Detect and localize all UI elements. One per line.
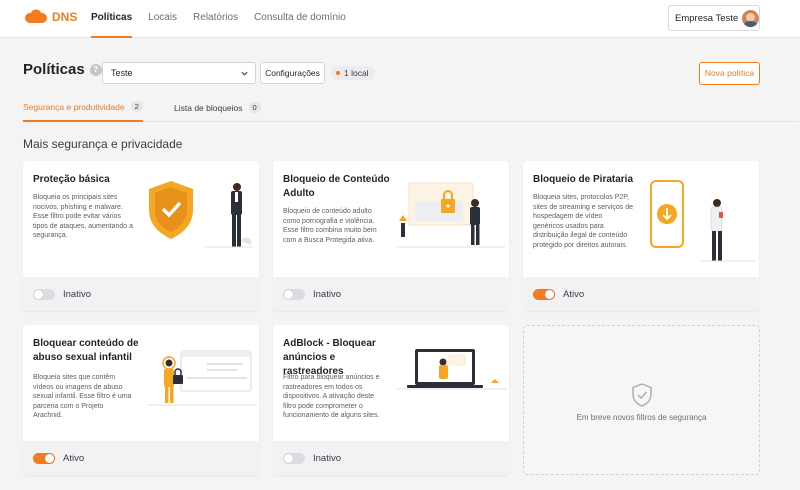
card-description: Bloqueia os principais sites nocivos, phi… xyxy=(33,194,134,239)
card-description: Bloqueia sites, protocolos P2P, sites de … xyxy=(533,194,633,249)
tab-count: 2 xyxy=(130,101,143,112)
card-footer: Ativo xyxy=(523,277,759,311)
status-label: Inativo xyxy=(63,288,91,300)
card-description: Filtro para bloquear anúncios e rastreado… xyxy=(283,374,380,419)
status-label: Inativo xyxy=(313,288,341,300)
policy-select[interactable]: Teste xyxy=(102,62,256,84)
nav-politicas[interactable]: Políticas xyxy=(91,0,133,38)
configuracoes-button[interactable]: Configurações xyxy=(260,62,325,84)
tab-seguranca-produtividade[interactable]: Segurança e produtividade 2 xyxy=(23,93,143,122)
tab-count: 0 xyxy=(248,102,261,113)
dns-logo[interactable]: DNS xyxy=(24,9,77,25)
policy-card-conteudo-adulto: Bloqueio de Conteúdo Adulto Bloqueio de … xyxy=(273,161,509,311)
policy-card-pirataria: Bloqueio de Pirataria Bloqueia sites, pr… xyxy=(523,161,759,311)
page-title: Políticas xyxy=(23,61,85,78)
help-icon[interactable]: ? xyxy=(89,63,102,76)
account-name: Empresa Teste xyxy=(675,12,739,24)
local-badge[interactable]: 1 local xyxy=(331,66,375,80)
phone-download-illustration xyxy=(650,180,755,262)
child-lock-illustration xyxy=(147,350,257,406)
page-header: Políticas ? xyxy=(23,61,102,78)
card-description: Bloqueia sites que contêm vídeos ou image… xyxy=(33,374,132,419)
placeholder-text: Em breve novos filtros de segurança xyxy=(576,413,707,422)
card-description: Bloqueio de conteúdo adulto como pornogra… xyxy=(283,208,377,244)
card-footer: Inativo xyxy=(273,277,509,311)
shield-check-icon xyxy=(632,383,652,407)
policy-card-adblock: AdBlock - Bloquear anúncios e rastreador… xyxy=(273,325,509,475)
tab-lista-bloqueios[interactable]: Lista de bloqueios 0 xyxy=(174,93,261,122)
card-title: Proteção básica xyxy=(33,174,110,185)
avatar xyxy=(742,9,760,27)
tab-label: Segurança e produtividade xyxy=(23,101,125,112)
chevron-down-icon xyxy=(241,71,248,76)
card-footer: Ativo xyxy=(23,441,259,475)
card-footer: Inativo xyxy=(23,277,259,311)
main-nav: Políticas Locais Relatórios Consulta de … xyxy=(91,0,346,38)
card-title: Bloquear conteúdo de abuso sexual infant… xyxy=(33,338,139,363)
policy-toggle[interactable] xyxy=(283,288,305,300)
nav-locais[interactable]: Locais xyxy=(148,0,177,38)
policy-toggle[interactable] xyxy=(283,452,305,464)
policy-toggle[interactable] xyxy=(33,288,55,300)
laptop-illustration xyxy=(397,349,507,390)
tab-label: Lista de bloqueios xyxy=(174,102,243,113)
local-badge-label: 1 local xyxy=(344,68,369,78)
app-name: DNS xyxy=(52,10,78,24)
policy-card-protecao-basica: Proteção básica Bloqueia os principais s… xyxy=(23,161,259,311)
lock-screen-illustration xyxy=(397,182,505,248)
card-footer: Inativo xyxy=(273,441,509,475)
card-title: Bloqueio de Pirataria xyxy=(533,174,634,185)
policy-card-abuso-infantil: Bloquear conteúdo de abuso sexual infant… xyxy=(23,325,259,475)
shield-illustration xyxy=(149,181,253,248)
status-label: Ativo xyxy=(63,452,85,464)
account-menu[interactable]: Empresa Teste xyxy=(668,5,760,31)
status-label: Inativo xyxy=(313,452,341,464)
card-title: Bloqueio de Conteúdo Adulto xyxy=(283,174,390,199)
section-title: Mais segurança e privacidade xyxy=(23,137,183,151)
nova-politica-button[interactable]: Nova política xyxy=(699,62,760,85)
dns-logo-icon xyxy=(25,9,47,23)
policy-toggle[interactable] xyxy=(533,288,555,300)
status-label: Ativo xyxy=(563,288,585,300)
policy-toggle[interactable] xyxy=(33,452,55,464)
coming-soon-placeholder: Em breve novos filtros de segurança xyxy=(523,325,760,475)
top-bar: DNS Políticas Locais Relatórios Consulta… xyxy=(0,0,800,38)
nav-consulta-dominio[interactable]: Consulta de domínio xyxy=(254,0,346,38)
status-dot xyxy=(336,71,340,75)
nav-relatorios[interactable]: Relatórios xyxy=(193,0,238,38)
tabs: Segurança e produtividade 2 Lista de blo… xyxy=(23,93,799,122)
policy-select-value: Teste xyxy=(111,68,133,78)
